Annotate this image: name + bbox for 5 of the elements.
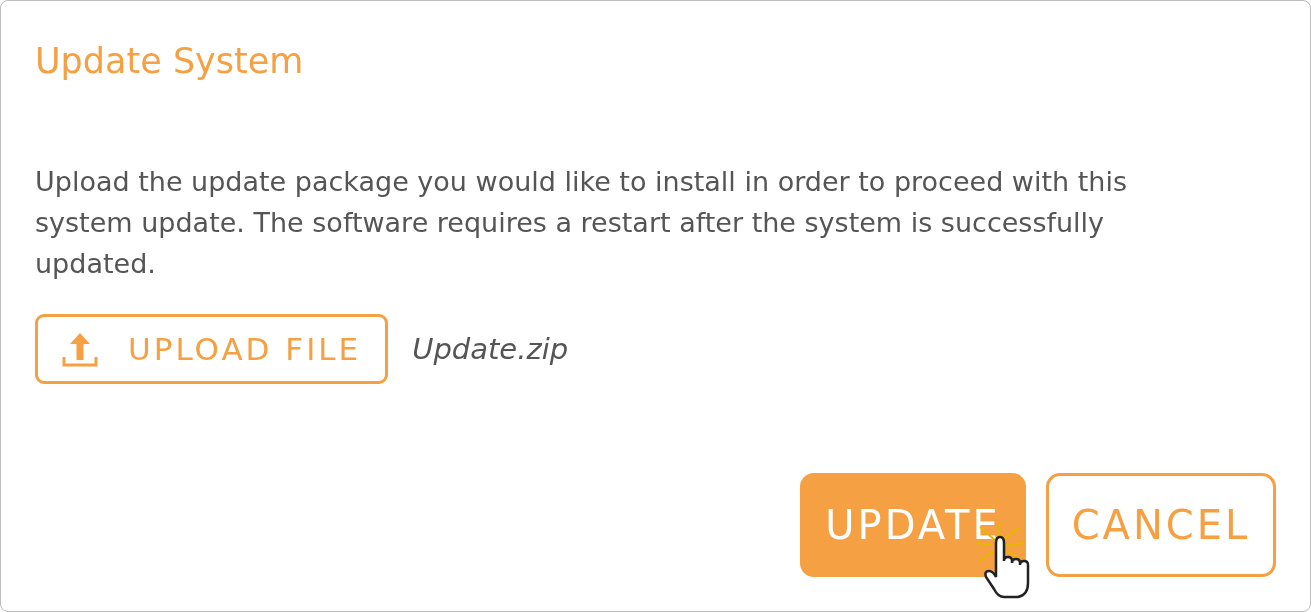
file-name: Update.zip — [412, 332, 569, 366]
dialog-title: Update System — [35, 40, 304, 83]
cancel-button[interactable]: CANCEL — [1046, 473, 1276, 577]
upload-file-button[interactable]: UPLOAD FILE — [35, 314, 389, 384]
message-text: Upload the update package you would like to install in order to proceed with this system update. The software requires a restart after the system is successfully updated. — [35, 165, 1128, 281]
